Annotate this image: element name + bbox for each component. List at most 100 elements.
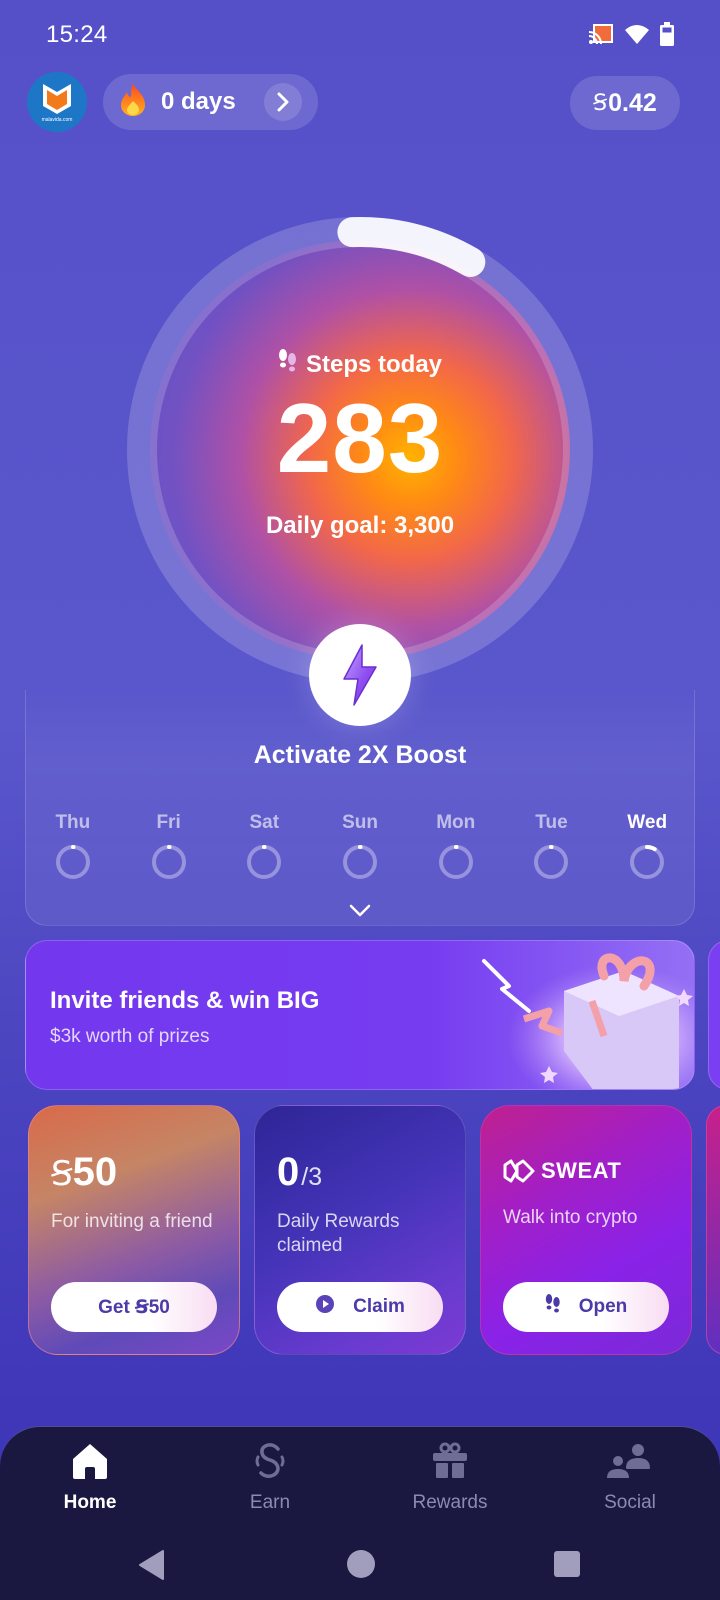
fire-icon	[119, 83, 147, 122]
battery-icon	[660, 22, 674, 51]
day-label: Sun	[342, 812, 378, 833]
day-ring-track	[630, 845, 665, 879]
footsteps-icon	[278, 348, 298, 381]
boost-label[interactable]: Activate 2X Boost	[0, 741, 720, 770]
steps-ring[interactable]: Steps today 283 Daily goal: 3,300	[120, 210, 600, 690]
next-banner-peek[interactable]	[708, 940, 720, 1090]
day-item[interactable]: Fri	[121, 812, 217, 881]
nav-label: Home	[63, 1492, 117, 1513]
day-item[interactable]: Thu	[25, 812, 121, 881]
daily-goal: Daily goal: 3,300	[265, 512, 455, 539]
card-head: Ꞩ 50	[51, 1150, 117, 1195]
gift-icon	[474, 941, 694, 1089]
day-progress-ring	[55, 845, 90, 879]
play-icon	[315, 1294, 335, 1320]
steps-label-row: Steps today	[120, 348, 600, 381]
avatar[interactable]: malavida.com	[27, 72, 87, 132]
sweat-logo: SWEAT	[503, 1158, 621, 1184]
day-item[interactable]: Mon	[408, 812, 504, 881]
nav-rewards[interactable]: Rewards	[360, 1441, 540, 1514]
day-ring-track	[151, 845, 186, 879]
claim-button[interactable]: Claim	[277, 1282, 443, 1332]
day-label: Fri	[156, 812, 181, 833]
day-progress-ring	[534, 845, 569, 879]
gift-icon	[430, 1441, 470, 1486]
steps-label: Steps today	[305, 350, 443, 378]
nav-social[interactable]: Social	[540, 1441, 720, 1514]
bottom-nav: Home Earn Rewards Social	[0, 1426, 720, 1600]
card-description: Walk into crypto	[503, 1207, 638, 1228]
card-description: Daily Rewards claimed	[277, 1211, 400, 1256]
nav-home[interactable]: Home	[0, 1441, 180, 1514]
back-icon[interactable]	[138, 1549, 166, 1586]
nav-label: Rewards	[412, 1492, 488, 1513]
status-time: 15:24	[46, 21, 108, 48]
day-ring-track	[55, 845, 90, 879]
invite-subtitle: $3k worth of prizes	[50, 1026, 210, 1047]
button-label: Claim	[353, 1296, 405, 1317]
day-ring-track	[343, 845, 378, 879]
wifi-icon	[624, 23, 650, 50]
balance-value: 0.42	[608, 88, 657, 117]
home-icon	[70, 1441, 110, 1486]
home-system-icon[interactable]	[346, 1549, 376, 1584]
avatar-label: malavida.com	[41, 116, 73, 123]
invite-banner[interactable]: Invite friends & win BIG $3k worth of pr…	[25, 940, 695, 1090]
sweatcoin-icon: Ꞩ	[51, 1155, 73, 1193]
recents-icon[interactable]	[553, 1550, 581, 1583]
day-label: Sat	[249, 812, 280, 833]
card-head: 0 /3	[277, 1150, 322, 1195]
day-label: Thu	[55, 812, 91, 833]
sweat-wallet-card[interactable]: SWEAT Walk into crypto Open	[480, 1105, 692, 1355]
day-ring-track	[438, 845, 473, 879]
nav-label: Earn	[249, 1492, 291, 1513]
chevron-down-icon[interactable]	[349, 904, 371, 923]
day-item[interactable]: Sun	[312, 812, 408, 881]
nav-label: Social	[604, 1492, 656, 1513]
day-label: Wed	[627, 812, 668, 833]
sweat-logo-icon	[503, 1159, 535, 1183]
week-days: Thu Fri Sat Sun Mon Tue Wed	[25, 812, 695, 881]
rewards-claimed-count: 0	[277, 1150, 300, 1194]
card-description: For inviting a friend	[51, 1211, 213, 1232]
day-progress-ring	[151, 845, 186, 879]
chevron-right-icon[interactable]	[264, 83, 302, 121]
lightning-icon	[343, 644, 377, 706]
status-bar: 15:24	[0, 0, 720, 70]
day-item[interactable]: Wed	[599, 812, 695, 881]
day-item[interactable]: Tue	[504, 812, 600, 881]
day-label: Mon	[436, 812, 476, 833]
daily-rewards-card[interactable]: 0 /3 Daily Rewards claimed Claim	[254, 1105, 466, 1355]
day-ring-track	[534, 845, 569, 879]
day-label: Tue	[535, 812, 568, 833]
day-progress-ring	[438, 845, 473, 879]
malavida-logo-icon	[43, 83, 71, 114]
streak-days: 0 days	[161, 88, 236, 115]
invite-reward-card[interactable]: Ꞩ 50 For inviting a friend Get Ꞩ50	[28, 1105, 240, 1355]
streak-button[interactable]: 0 days	[103, 74, 318, 130]
boost-button[interactable]	[309, 624, 411, 726]
open-button[interactable]: Open	[503, 1282, 669, 1332]
status-icons	[588, 22, 674, 51]
footsteps-icon	[545, 1293, 561, 1321]
card-amount: 50	[72, 1150, 118, 1194]
day-progress-ring	[630, 845, 665, 879]
day-progress-ring	[343, 845, 378, 879]
day-progress-ring	[247, 845, 282, 879]
sweat-brand: SWEAT	[541, 1158, 622, 1183]
button-label: Open	[578, 1296, 628, 1317]
rewards-total: /3	[301, 1163, 323, 1191]
day-ring-track	[247, 845, 282, 879]
next-card-peek[interactable]	[706, 1105, 720, 1355]
sweatcoin-icon: Ꞩ	[593, 90, 608, 115]
balance-button[interactable]: Ꞩ 0.42	[570, 76, 680, 130]
steps-count: 283	[276, 383, 444, 493]
button-label: Get Ꞩ50	[98, 1296, 170, 1318]
system-nav-bar	[0, 1547, 720, 1587]
sweatcoin-icon	[250, 1441, 290, 1486]
invite-title: Invite friends & win BIG	[50, 987, 320, 1014]
get-reward-button[interactable]: Get Ꞩ50	[51, 1282, 217, 1332]
nav-earn[interactable]: Earn	[180, 1441, 360, 1514]
people-icon	[606, 1441, 654, 1486]
day-item[interactable]: Sat	[216, 812, 312, 881]
